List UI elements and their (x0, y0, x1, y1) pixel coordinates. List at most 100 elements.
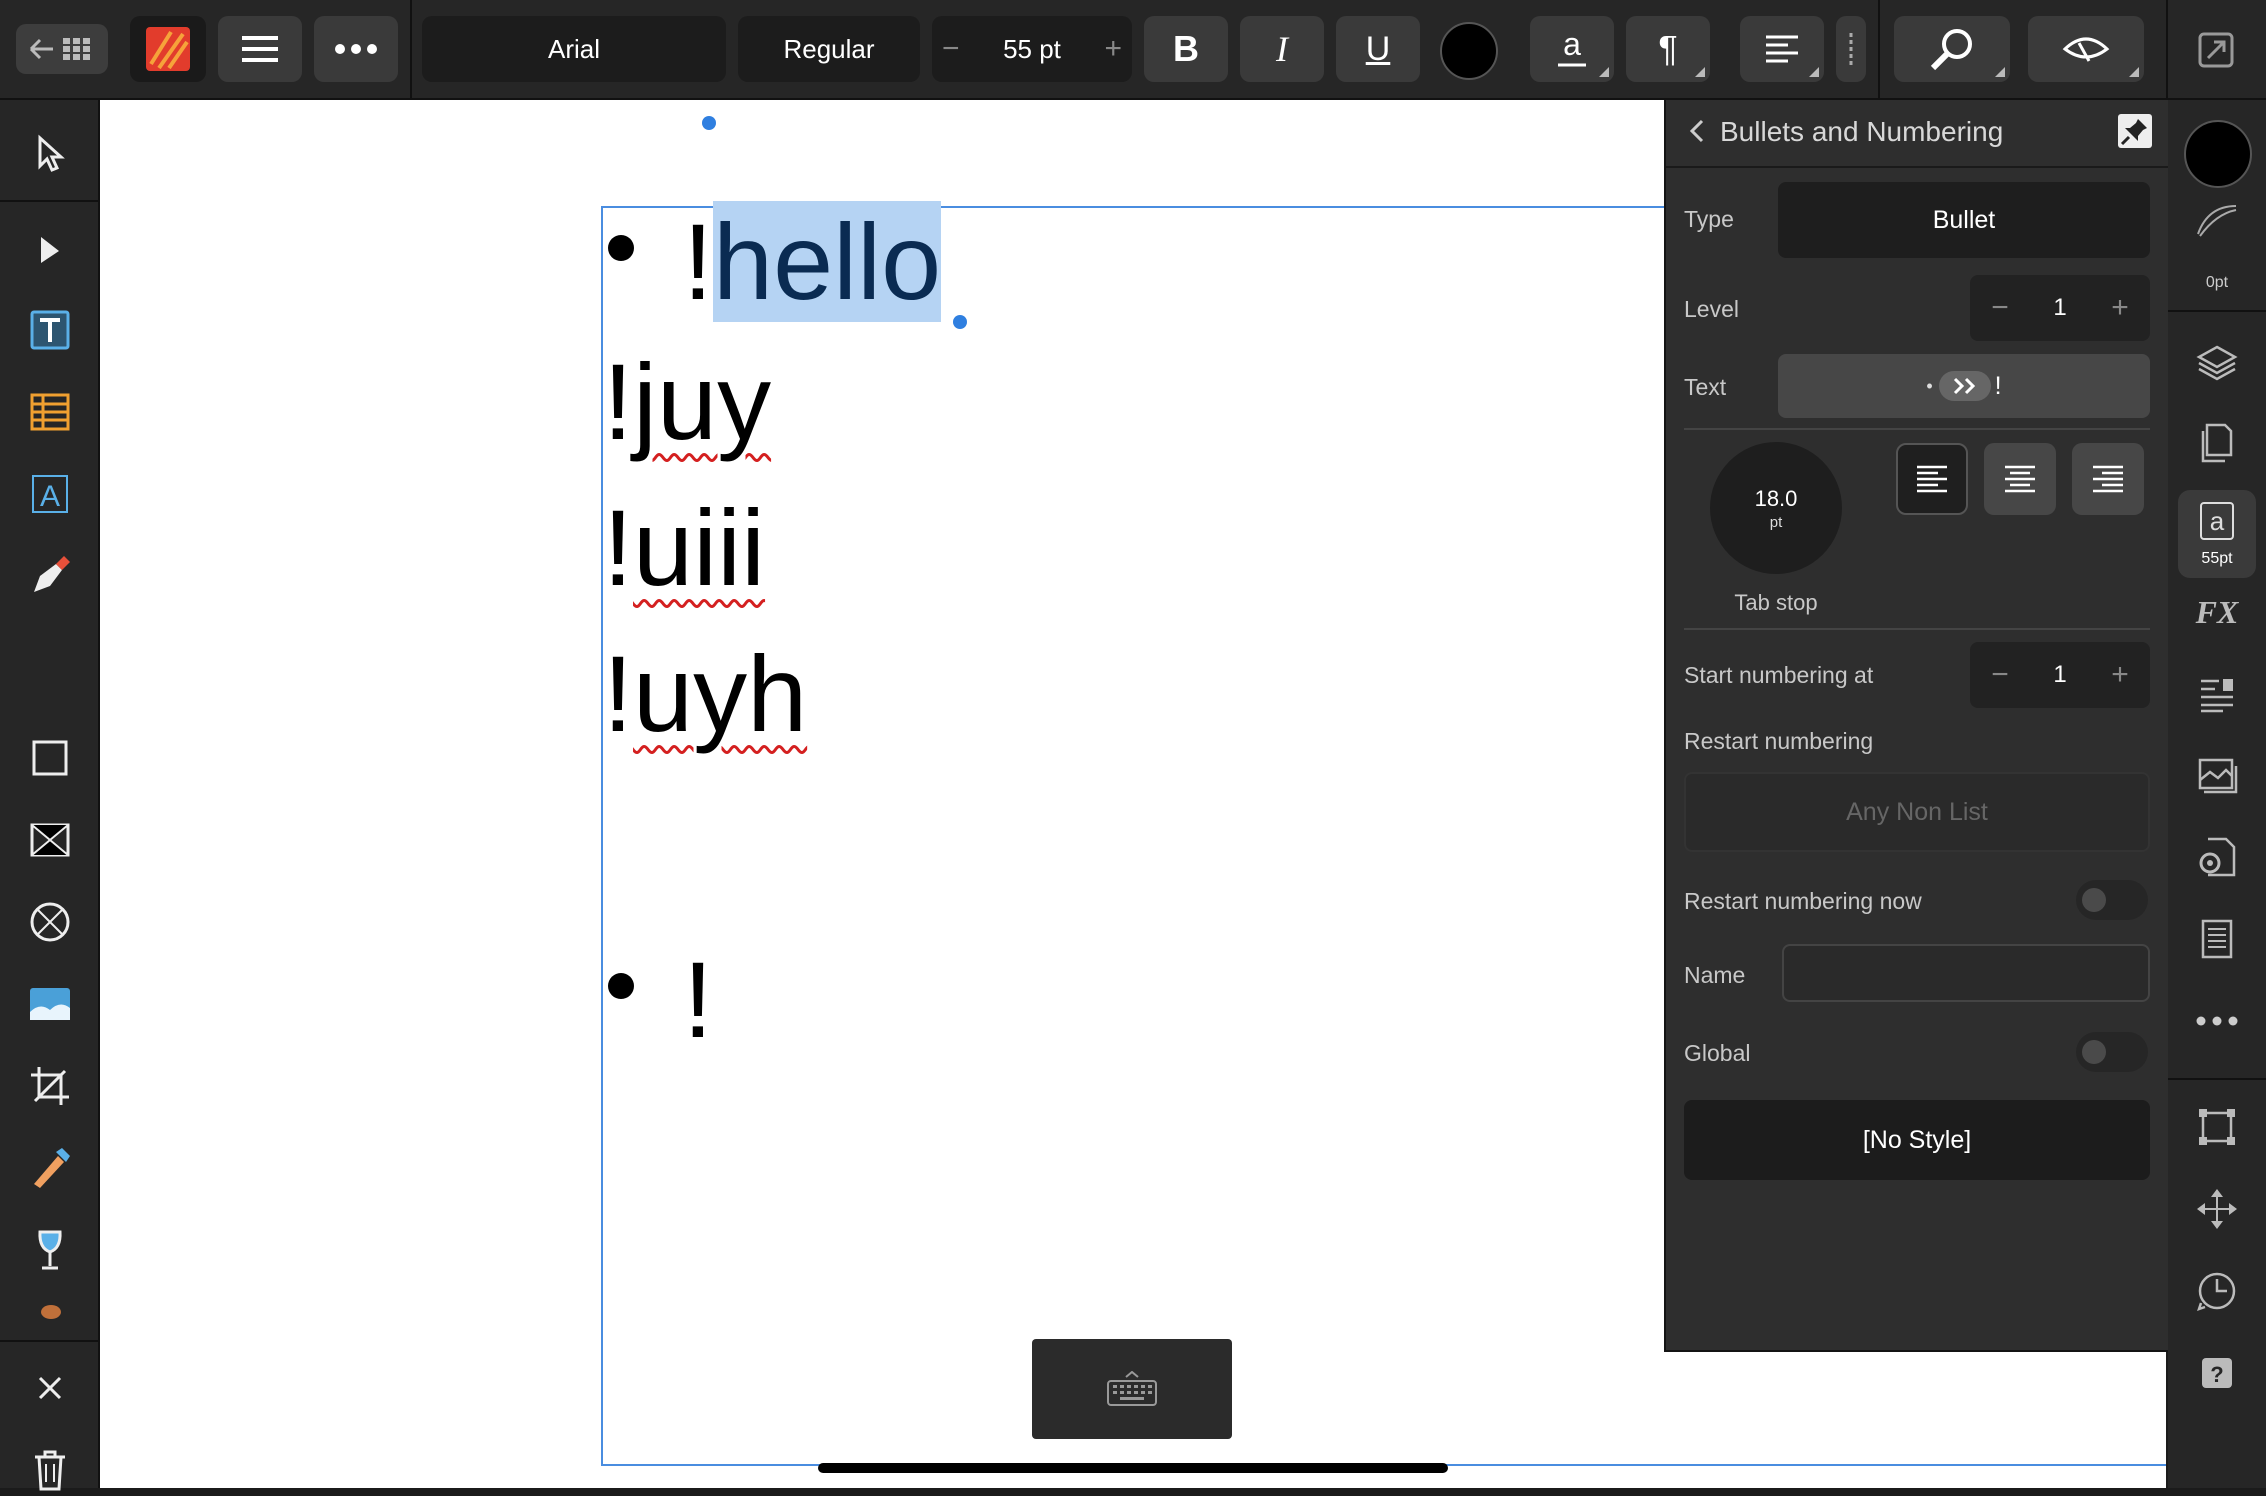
more-tools-button[interactable] (24, 1290, 76, 1330)
start-numbering-increase-button[interactable]: + (2090, 642, 2150, 708)
character-panel-tab[interactable]: a 55pt (2178, 490, 2256, 578)
close-text-editing-button[interactable] (24, 1362, 76, 1414)
artistic-text-tool[interactable]: A (24, 468, 76, 520)
start-numbering-stepper: − 1 + (1970, 642, 2150, 708)
bullet-text-field[interactable]: • ! (1778, 354, 2150, 418)
more-panels-button[interactable] (2190, 994, 2244, 1048)
transparency-tool[interactable] (24, 1142, 76, 1194)
text-line[interactable]: !uiii (603, 494, 765, 602)
paragraph-button[interactable]: ¶ (1626, 16, 1710, 82)
bold-button[interactable]: B (1144, 16, 1228, 82)
restart-now-toggle[interactable] (2076, 880, 2148, 920)
level-value[interactable]: 1 (2030, 275, 2090, 341)
restart-numbering-selector[interactable]: Any Non List (1684, 772, 2150, 852)
global-toggle[interactable] (2076, 1032, 2148, 1072)
help-icon: ? (2202, 1358, 2232, 1388)
trash-icon (35, 1450, 65, 1491)
preview-mode-button[interactable] (2028, 16, 2144, 82)
studio-strip: 0pt a 55pt FX ? (2168, 100, 2266, 1488)
tab-stop-unit: pt (1769, 514, 1783, 531)
panel-back-button[interactable] (1682, 116, 1712, 146)
navigator-button[interactable] (2190, 1182, 2244, 1236)
ellipsis-icon (335, 44, 377, 54)
font-size-increase-button[interactable]: + (1104, 32, 1122, 66)
selected-text[interactable]: hello (713, 201, 942, 322)
delete-button[interactable] (24, 1444, 76, 1496)
text-label: Text (1684, 374, 1727, 400)
document-setup-button[interactable] (2190, 830, 2244, 884)
character-panel-button[interactable]: a (1530, 16, 1614, 82)
back-grid-icon (29, 38, 90, 60)
fill-tool[interactable] (24, 1224, 76, 1276)
align-button[interactable] (1740, 16, 1824, 82)
text-line[interactable]: !juy (603, 348, 771, 456)
align-left-button[interactable] (1896, 443, 1968, 515)
align-right-button[interactable] (2072, 443, 2144, 515)
toolbar-overflow-button[interactable] (1836, 16, 1866, 82)
selection-end-handle[interactable] (953, 315, 967, 329)
font-size-decrease-button[interactable]: − (942, 32, 960, 66)
pen-tool[interactable] (24, 550, 76, 602)
more-options-button[interactable] (314, 16, 398, 82)
fill-color-swatch[interactable] (2184, 120, 2252, 188)
text-styles-panel-button[interactable] (2190, 668, 2244, 722)
pin-panel-button[interactable] (2118, 114, 2152, 148)
menu-button[interactable] (218, 16, 302, 82)
text-line[interactable]: !uyh (603, 640, 807, 748)
frame-text-tool[interactable] (24, 304, 76, 356)
rectangle-icon (32, 740, 68, 776)
start-numbering-decrease-button[interactable]: − (1970, 642, 2030, 708)
app-persona-button[interactable] (130, 16, 206, 82)
crop-tool[interactable] (24, 1060, 76, 1112)
brush-icon (41, 1305, 61, 1319)
no-style-button[interactable]: [No Style] (1684, 1100, 2150, 1180)
italic-button[interactable]: I (1240, 16, 1324, 82)
history-button[interactable] (2190, 1264, 2244, 1318)
pages-panel-button[interactable] (2190, 416, 2244, 470)
align-center-button[interactable] (1984, 443, 2056, 515)
show-keyboard-button[interactable] (1032, 1339, 1232, 1439)
font-style-selector[interactable]: Regular (738, 16, 920, 82)
hamburger-icon (242, 36, 278, 62)
text-color-swatch[interactable] (1440, 22, 1498, 80)
table-tool[interactable] (24, 386, 76, 438)
font-size-value[interactable]: 55 pt (1003, 34, 1061, 65)
close-icon (38, 1376, 62, 1400)
level-increase-button[interactable]: + (2090, 275, 2150, 341)
start-numbering-value[interactable]: 1 (2030, 642, 2090, 708)
level-label: Level (1684, 296, 1739, 322)
layers-panel-button[interactable] (2190, 336, 2244, 390)
tab-stop-dial[interactable]: 18.0 pt (1710, 442, 1842, 574)
line-text: uyh (633, 633, 808, 754)
picture-frame-tool[interactable] (24, 814, 76, 866)
restart-numbering-value: Any Non List (1846, 797, 1988, 826)
level-decrease-button[interactable]: − (1970, 275, 2030, 341)
underline-button[interactable]: U (1336, 16, 1420, 82)
help-button[interactable]: ? (2190, 1346, 2244, 1400)
stroke-button[interactable] (2190, 200, 2244, 240)
align-center-icon (2005, 465, 2035, 493)
selection-start-handle[interactable] (702, 116, 716, 130)
effects-panel-button[interactable]: FX (2190, 586, 2244, 640)
font-family-selector[interactable]: Arial (422, 16, 726, 82)
ellipse-frame-tool[interactable] (24, 896, 76, 948)
eye-icon (2062, 37, 2110, 62)
line-prefix: ! (603, 487, 634, 608)
resource-manager-button[interactable] (2190, 748, 2244, 802)
chevron-left-icon (1689, 119, 1704, 143)
place-image-tool[interactable] (24, 978, 76, 1030)
window-restore-button[interactable] (2196, 30, 2236, 70)
master-pages-button[interactable] (2190, 912, 2244, 966)
move-tool[interactable] (24, 128, 76, 180)
back-to-documents-button[interactable] (16, 24, 108, 74)
text-line[interactable]: !hello (683, 201, 942, 322)
name-field[interactable] (1782, 944, 2150, 1002)
rectangle-tool[interactable] (24, 732, 76, 784)
node-tool[interactable] (24, 224, 76, 276)
global-label: Global (1684, 1040, 1751, 1066)
list-type-selector[interactable]: Bullet (1778, 182, 2150, 258)
tools-toolbar: A (0, 100, 100, 1491)
text-line[interactable]: ! (683, 946, 713, 1054)
find-replace-button[interactable] (1894, 16, 2010, 82)
transform-button[interactable] (2190, 1100, 2244, 1154)
